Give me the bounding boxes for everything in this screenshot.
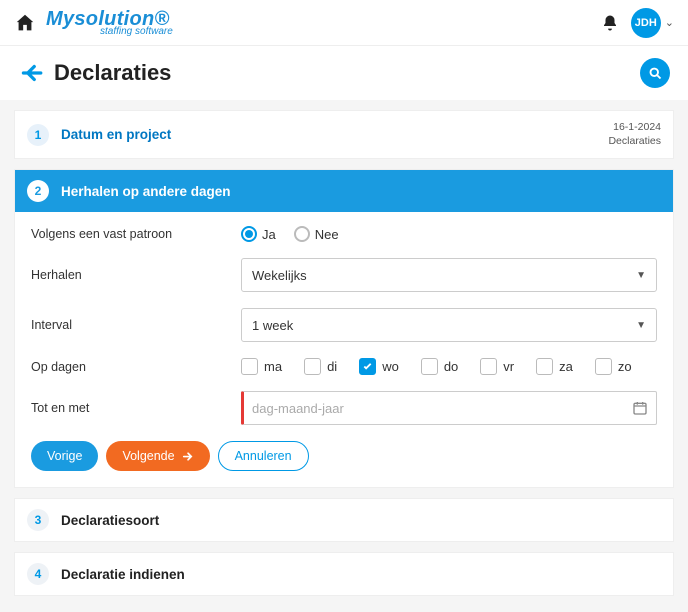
until-date-input[interactable]: dag-maand-jaar bbox=[241, 391, 657, 425]
chevron-down-icon[interactable]: ⌄ bbox=[665, 16, 674, 29]
interval-label: Interval bbox=[31, 318, 241, 332]
step-3-card[interactable]: 3 Declaratiesoort bbox=[14, 498, 674, 542]
step-title: Declaratie indienen bbox=[61, 567, 185, 582]
day-di[interactable]: di bbox=[304, 358, 337, 375]
radio-icon bbox=[294, 226, 310, 242]
repeat-label: Herhalen bbox=[31, 268, 241, 282]
step-title: Declaratiesoort bbox=[61, 513, 159, 528]
day-do[interactable]: do bbox=[421, 358, 458, 375]
next-button[interactable]: Volgende bbox=[106, 441, 209, 471]
back-icon[interactable] bbox=[18, 60, 44, 86]
step-2-header: 2 Herhalen op andere dagen bbox=[15, 170, 673, 212]
step-number: 4 bbox=[27, 563, 49, 585]
caret-down-icon: ▼ bbox=[636, 320, 646, 331]
search-button[interactable] bbox=[640, 58, 670, 88]
page-header: Declaraties bbox=[0, 46, 688, 100]
page-title: Declaraties bbox=[54, 60, 640, 86]
radio-ja[interactable]: Ja bbox=[241, 226, 276, 242]
step-title: Datum en project bbox=[61, 127, 171, 142]
radio-icon bbox=[241, 226, 257, 242]
day-za[interactable]: za bbox=[536, 358, 573, 375]
step-title: Herhalen op andere dagen bbox=[61, 184, 231, 199]
days-label: Op dagen bbox=[31, 360, 241, 374]
repeat-select[interactable]: Wekelijks ▼ bbox=[241, 258, 657, 292]
topbar: Mysolution® staffing software JDH ⌄ bbox=[0, 0, 688, 46]
step-number: 1 bbox=[27, 124, 49, 146]
interval-select[interactable]: 1 week ▼ bbox=[241, 308, 657, 342]
radio-nee[interactable]: Nee bbox=[294, 226, 339, 242]
prev-button[interactable]: Vorige bbox=[31, 441, 98, 471]
home-icon[interactable] bbox=[14, 12, 36, 34]
day-vr[interactable]: vr bbox=[480, 358, 514, 375]
step-2-card: 2 Herhalen op andere dagen Volgens een v… bbox=[14, 169, 674, 488]
caret-down-icon: ▼ bbox=[636, 270, 646, 281]
avatar[interactable]: JDH bbox=[631, 8, 661, 38]
step-1-card[interactable]: 1 Datum en project 16-1-2024 Declaraties bbox=[14, 110, 674, 159]
step-meta: 16-1-2024 Declaraties bbox=[608, 121, 661, 148]
logo[interactable]: Mysolution® staffing software bbox=[46, 9, 173, 37]
step-number: 3 bbox=[27, 509, 49, 531]
calendar-icon bbox=[632, 400, 648, 416]
pattern-label: Volgens een vast patroon bbox=[31, 227, 241, 241]
arrow-right-icon bbox=[181, 450, 194, 463]
step-number: 2 bbox=[27, 180, 49, 202]
bell-icon[interactable] bbox=[601, 14, 619, 32]
step-4-card[interactable]: 4 Declaratie indienen bbox=[14, 552, 674, 596]
search-icon bbox=[648, 66, 663, 81]
day-ma[interactable]: ma bbox=[241, 358, 282, 375]
day-wo[interactable]: wo bbox=[359, 358, 399, 375]
day-zo[interactable]: zo bbox=[595, 358, 632, 375]
cancel-button[interactable]: Annuleren bbox=[218, 441, 309, 471]
until-label: Tot en met bbox=[31, 401, 241, 415]
